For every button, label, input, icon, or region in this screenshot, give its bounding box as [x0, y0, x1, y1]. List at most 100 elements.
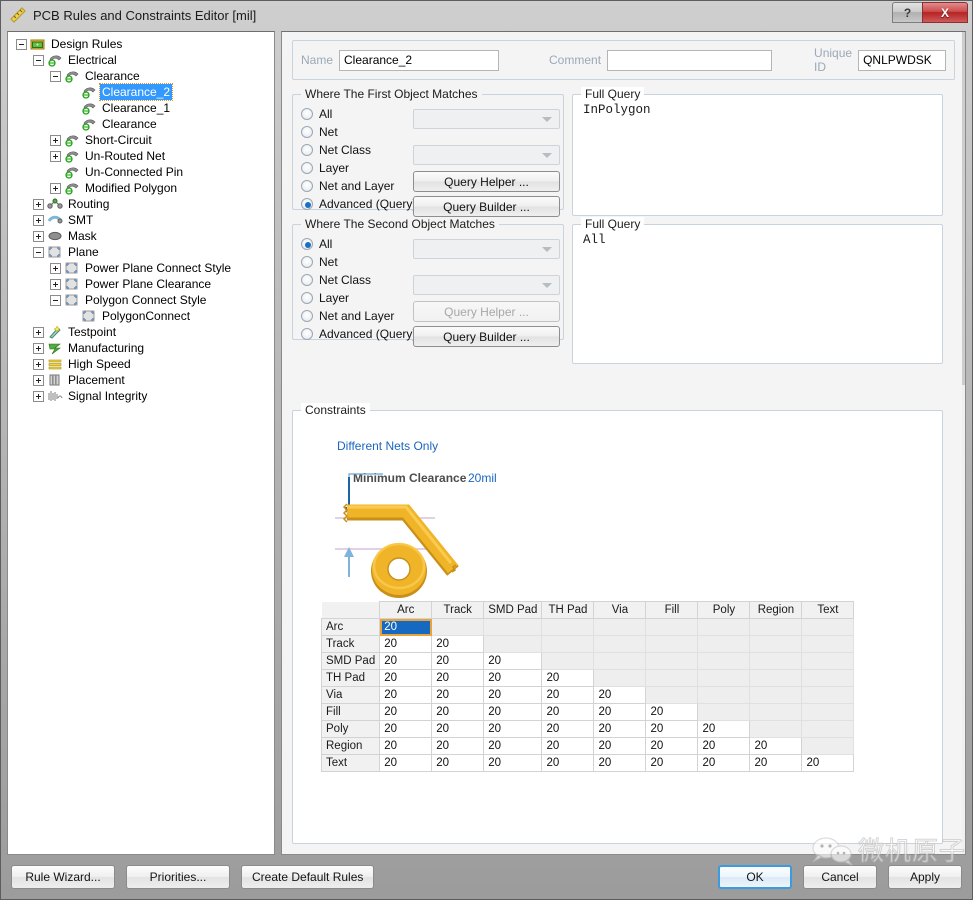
- radio-unselected-icon[interactable]: [301, 126, 313, 138]
- matrix-cell[interactable]: 20: [749, 754, 803, 772]
- matrix-body[interactable]: Arc 20 Track 20 20 SMD Pad 20 20 20 TH Pad 20 20 20 2…: [320, 618, 855, 772]
- close-button[interactable]: X: [922, 2, 968, 23]
- radio-unselected-icon[interactable]: [301, 274, 313, 286]
- matrix-cell[interactable]: 20: [645, 754, 699, 772]
- collapse-icon[interactable]: [33, 246, 44, 258]
- matrix-cell[interactable]: 20: [593, 720, 647, 738]
- matrix-cell[interactable]: 20: [379, 686, 433, 704]
- matrix-cell[interactable]: 20: [379, 652, 433, 670]
- expand-icon[interactable]: [33, 214, 44, 226]
- radio-option-net-and-layer[interactable]: Net and Layer: [301, 307, 416, 325]
- matrix-cell[interactable]: 20: [431, 669, 485, 687]
- matrix-cell[interactable]: 20: [483, 686, 543, 704]
- radio-selected-icon[interactable]: [301, 198, 313, 210]
- collapse-icon[interactable]: [50, 294, 61, 306]
- matrix-cell[interactable]: 20: [379, 703, 433, 721]
- second-object-netclass-combo[interactable]: [413, 275, 560, 295]
- design-rules-tree[interactable]: + Design Rules Electrical Clearance Clearanc…: [12, 36, 272, 404]
- radio-unselected-icon[interactable]: [301, 256, 313, 268]
- matrix-cell[interactable]: 20: [593, 703, 647, 721]
- matrix-cell[interactable]: 20: [541, 720, 595, 738]
- expand-icon[interactable]: [33, 198, 44, 210]
- expand-icon[interactable]: [33, 342, 44, 354]
- radio-unselected-icon[interactable]: [301, 180, 313, 192]
- matrix-cell[interactable]: 20: [801, 754, 855, 772]
- tree-item-short-circuit[interactable]: Short-Circuit: [12, 132, 272, 148]
- tree-item-smt[interactable]: SMT: [12, 212, 272, 228]
- tree-item-high-speed[interactable]: High Speed: [12, 356, 272, 372]
- expand-icon[interactable]: [50, 262, 61, 274]
- radio-option-layer[interactable]: Layer: [301, 159, 416, 177]
- matrix-cell[interactable]: 20: [379, 720, 433, 738]
- cancel-button[interactable]: Cancel: [803, 865, 877, 889]
- matrix-cell[interactable]: 20: [593, 686, 647, 704]
- priorities-button[interactable]: Priorities...: [126, 865, 230, 889]
- radio-unselected-icon[interactable]: [301, 310, 313, 322]
- tree-item-clearance[interactable]: Clearance: [12, 68, 272, 84]
- expand-icon[interactable]: [50, 182, 61, 194]
- matrix-cell[interactable]: 20: [431, 686, 485, 704]
- matrix-cell[interactable]: 20: [541, 669, 595, 687]
- tree-item-routing[interactable]: Routing: [12, 196, 272, 212]
- tree-item-polygon-connect-style[interactable]: Polygon Connect Style: [12, 292, 272, 308]
- expand-icon[interactable]: [50, 134, 61, 146]
- matrix-cell-selected[interactable]: 20: [379, 618, 433, 636]
- tree-item-mask[interactable]: Mask: [12, 228, 272, 244]
- unique-id-input[interactable]: [858, 49, 947, 71]
- expand-icon[interactable]: [33, 390, 44, 402]
- name-input[interactable]: [339, 49, 500, 71]
- matrix-cell[interactable]: 20: [431, 652, 485, 670]
- matrix-cell[interactable]: 20: [593, 737, 647, 755]
- clearance-constraint-matrix[interactable]: Arc Track SMD Pad TH Pad Via Fill Poly Region Te…: [320, 601, 855, 772]
- matrix-cell[interactable]: 20: [379, 635, 433, 653]
- matrix-cell[interactable]: 20: [749, 737, 803, 755]
- expand-icon[interactable]: [50, 150, 61, 162]
- apply-button[interactable]: Apply: [888, 865, 962, 889]
- first-object-query-builder-button[interactable]: Query Builder ...: [413, 196, 560, 217]
- second-object-radio-list[interactable]: All Net Net Class Layer Net and Layer Advance…: [301, 235, 416, 343]
- matrix-cell[interactable]: 20: [379, 669, 433, 687]
- matrix-cell[interactable]: 20: [593, 754, 647, 772]
- tree-item-testpoint[interactable]: Testpoint: [12, 324, 272, 340]
- matrix-cell[interactable]: 20: [431, 703, 485, 721]
- matrix-cell[interactable]: 20: [483, 703, 543, 721]
- tree-item-manufacturing[interactable]: Manufacturing: [12, 340, 272, 356]
- matrix-cell[interactable]: 20: [697, 737, 751, 755]
- different-nets-only-link[interactable]: Different Nets Only: [337, 439, 438, 453]
- radio-unselected-icon[interactable]: [301, 144, 313, 156]
- tree-item-signal-integrity[interactable]: Signal Integrity: [12, 388, 272, 404]
- radio-option-advanced-query[interactable]: Advanced (Query): [301, 195, 416, 213]
- collapse-icon[interactable]: [50, 70, 61, 82]
- tree-item-placement[interactable]: Placement: [12, 372, 272, 388]
- matrix-cell[interactable]: 20: [379, 737, 433, 755]
- matrix-cell[interactable]: 20: [645, 737, 699, 755]
- first-object-net-combo[interactable]: [413, 109, 560, 129]
- matrix-cell[interactable]: 20: [431, 635, 485, 653]
- tree-item-un-connected-pin[interactable]: Un-Connected Pin: [12, 164, 272, 180]
- expand-icon[interactable]: [33, 374, 44, 386]
- tree-item-clearance-1[interactable]: Clearance_1: [12, 100, 272, 116]
- first-object-query-helper-button[interactable]: Query Helper ...: [413, 171, 560, 192]
- radio-option-net-and-layer[interactable]: Net and Layer: [301, 177, 416, 195]
- radio-option-all[interactable]: All: [301, 105, 416, 123]
- expand-icon[interactable]: [33, 358, 44, 370]
- matrix-cell[interactable]: 20: [431, 720, 485, 738]
- matrix-cell[interactable]: 20: [379, 754, 433, 772]
- collapse-icon[interactable]: [16, 38, 27, 50]
- matrix-cell[interactable]: 20: [483, 754, 543, 772]
- matrix-cell[interactable]: 20: [541, 754, 595, 772]
- radio-option-net[interactable]: Net: [301, 253, 416, 271]
- matrix-cell[interactable]: 20: [431, 737, 485, 755]
- matrix-cell[interactable]: 20: [541, 686, 595, 704]
- radio-option-net-class[interactable]: Net Class: [301, 141, 416, 159]
- second-object-query-builder-button[interactable]: Query Builder ...: [413, 326, 560, 347]
- help-button[interactable]: ?: [892, 2, 922, 23]
- tree-item-electrical[interactable]: Electrical: [12, 52, 272, 68]
- create-default-rules-button[interactable]: Create Default Rules: [241, 865, 375, 889]
- radio-option-advanced-query[interactable]: Advanced (Query): [301, 325, 416, 343]
- matrix-cell[interactable]: 20: [645, 703, 699, 721]
- radio-unselected-icon[interactable]: [301, 108, 313, 120]
- radio-selected-icon[interactable]: [301, 238, 313, 250]
- radio-option-all[interactable]: All: [301, 235, 416, 253]
- radio-unselected-icon[interactable]: [301, 328, 313, 340]
